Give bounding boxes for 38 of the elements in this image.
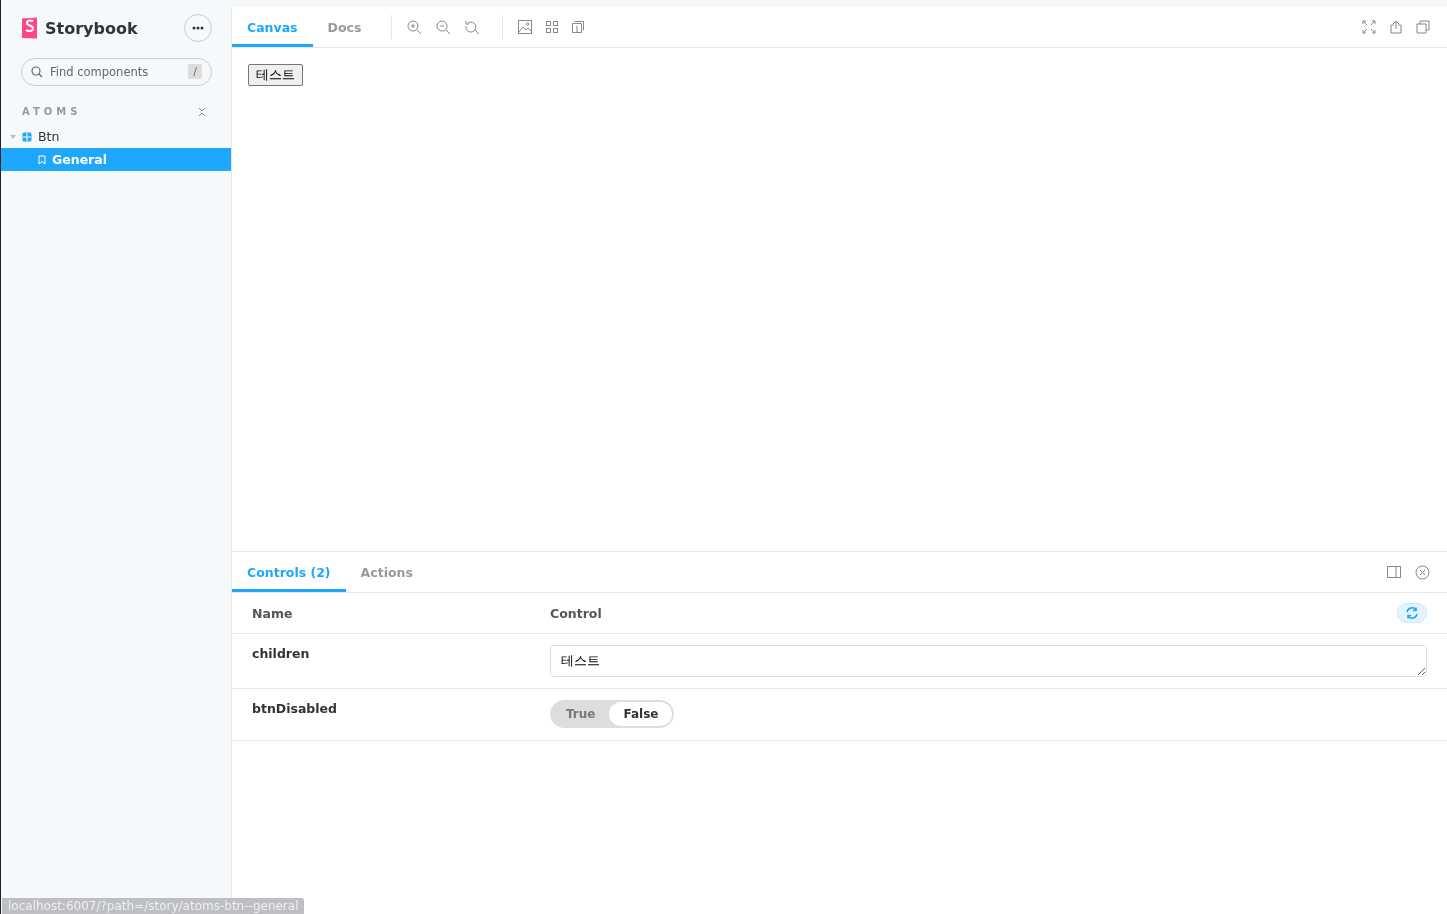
fullscreen-icon[interactable] <box>1362 20 1376 34</box>
preview-button[interactable]: 테스트 <box>248 64 303 86</box>
column-header: Control <box>550 605 603 621</box>
component-icon <box>22 131 32 142</box>
zoom-in-icon[interactable] <box>407 19 423 35</box>
outline-icon[interactable] <box>572 21 585 33</box>
toggle-option[interactable]: True <box>552 702 610 726</box>
tree-item[interactable]: Btn <box>1 125 231 148</box>
group-heading[interactable]: ATOMS <box>22 106 82 117</box>
brand-name: Storybook <box>45 18 138 38</box>
boolean-toggle[interactable]: True False <box>550 700 675 728</box>
text-input[interactable]: 테스트 <box>550 645 1427 677</box>
share-icon[interactable] <box>1390 20 1402 34</box>
grid-icon[interactable] <box>546 21 559 33</box>
expand-caret-icon[interactable] <box>10 133 16 140</box>
bookmark-icon <box>38 154 46 165</box>
refresh-icon <box>1405 607 1419 619</box>
column-header: Name <box>252 605 294 621</box>
search-icon <box>31 66 43 78</box>
shortcut-key: / <box>188 64 202 79</box>
prop-name: btnDisabled <box>252 700 339 716</box>
prop-name: children <box>252 645 311 661</box>
toggle-option[interactable]: False <box>609 702 673 726</box>
addon-tab[interactable]: Actions <box>345 552 428 592</box>
view-tab[interactable]: Canvas <box>232 7 313 47</box>
view-tab[interactable]: Docs <box>312 7 377 47</box>
story-item[interactable]: General <box>1 148 231 171</box>
reset-button[interactable] <box>1397 603 1427 623</box>
collapse-icon[interactable] <box>198 106 206 117</box>
zoom-out-icon[interactable] <box>436 19 452 35</box>
addon-tab[interactable]: Controls (2) <box>232 552 346 592</box>
image-icon[interactable] <box>518 20 533 34</box>
more-icon <box>192 26 204 30</box>
copy-icon[interactable] <box>1416 20 1430 34</box>
panel-layout-icon[interactable] <box>1387 566 1401 578</box>
storybook-logo-icon <box>21 17 39 39</box>
reset-zoom-icon[interactable] <box>465 19 481 35</box>
close-icon[interactable] <box>1415 564 1430 580</box>
